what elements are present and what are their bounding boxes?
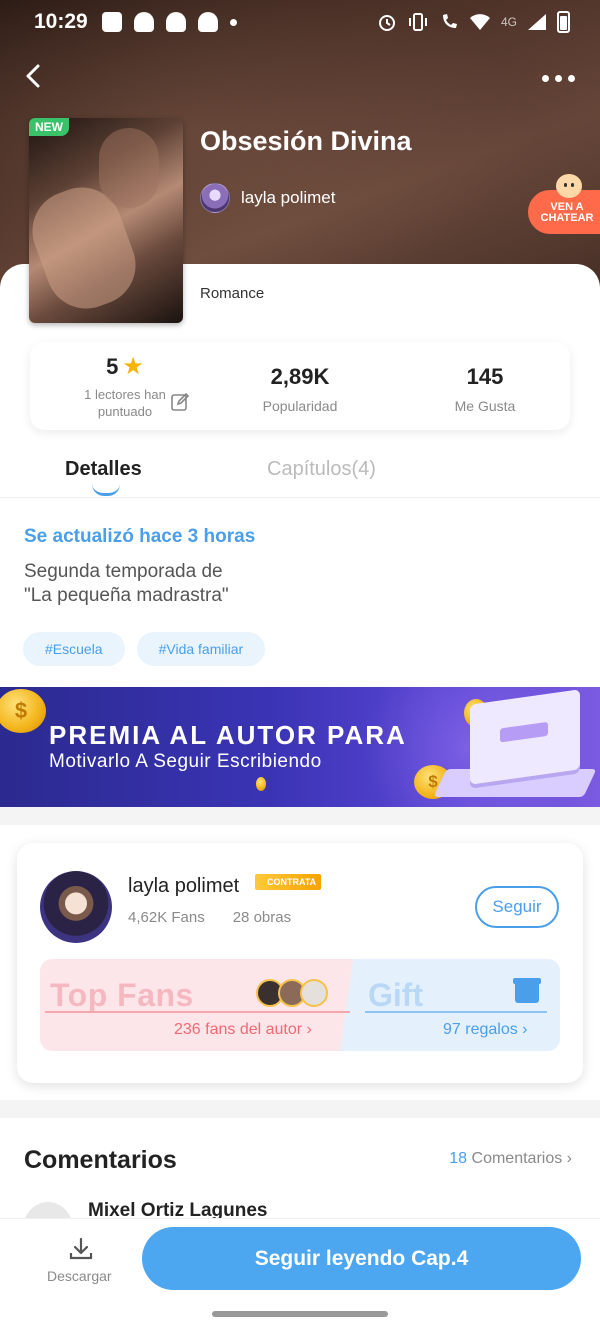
alarm-icon	[378, 15, 395, 31]
download-label[interactable]: Descargar	[47, 1268, 112, 1284]
more-notifications-dot-icon	[230, 18, 237, 26]
snapchat-icon	[198, 12, 218, 32]
tag-vida-familiar[interactable]: #Vida familiar	[136, 632, 266, 666]
fans-gifts-panel: Top Fans 236 fans del autor › Gift 97 re…	[40, 959, 560, 1051]
section-separator	[0, 807, 600, 825]
author-name[interactable]: layla polimet	[128, 875, 239, 898]
battery-icon	[557, 11, 570, 33]
fan-avatar	[300, 979, 328, 1007]
chat-mascot-icon	[556, 174, 582, 198]
author-name: layla polimet	[241, 188, 336, 207]
coin-icon: $	[0, 689, 46, 733]
comments-count-label: Comentarios	[471, 1150, 563, 1167]
tab-details[interactable]: Detalles	[65, 458, 142, 481]
author-card: layla polimet CONTRATA 4,62K Fans 28 obr…	[17, 843, 583, 1083]
top-fans-avatars	[256, 979, 328, 1007]
popularity-value: 2,89K	[270, 364, 330, 389]
tag-escuela[interactable]: #Escuela	[23, 632, 125, 666]
vibrate-icon	[408, 13, 427, 31]
follow-button[interactable]: Seguir	[475, 886, 559, 928]
author-works: 28 obras	[232, 909, 292, 926]
gift-title: Gift	[368, 977, 424, 1013]
status-time: 10:29	[34, 10, 88, 33]
stats-card: 5 ★ 1 lectores han puntuado 2,89K Popula…	[30, 342, 570, 430]
snapchat-icon	[134, 12, 154, 32]
continue-reading-button[interactable]: Seguir leyendo Cap.4	[142, 1227, 581, 1290]
tag-list: #Escuela #Vida familiar	[23, 632, 266, 666]
back-arrow-icon[interactable]	[18, 60, 50, 92]
gift-icon	[513, 978, 541, 1003]
tab-chapters[interactable]: Capítulos(4)	[267, 458, 376, 481]
message-notification-icon	[102, 12, 122, 32]
book-title: Obsesión Divina	[200, 126, 412, 156]
top-fans-title: Top Fans	[50, 977, 194, 1013]
comments-link[interactable]: 18 Comentarios ›	[449, 1150, 572, 1168]
home-indicator[interactable]	[212, 1311, 388, 1317]
synopsis: Segunda temporada de "La pequeña madrast…	[24, 561, 229, 606]
popularity-label: Popularidad	[262, 398, 338, 414]
notification-icons	[102, 12, 237, 32]
snapchat-icon	[166, 12, 186, 32]
likes-stat: 145 Me Gusta	[415, 364, 555, 414]
author-avatar	[200, 183, 230, 213]
genre-label: Romance	[200, 285, 265, 302]
more-options-icon[interactable]	[542, 66, 578, 90]
likes-label: Me Gusta	[454, 398, 516, 414]
download-icon[interactable]	[68, 1236, 94, 1262]
section-separator	[0, 1100, 600, 1118]
gift-count: 97 regalos ›	[443, 1021, 528, 1038]
wifi-call-icon	[442, 14, 457, 28]
popularity-stat: 2,89K Popularidad	[230, 364, 370, 414]
banner-headline: PREMIA AL AUTOR PARA	[49, 720, 407, 750]
wifi-icon	[469, 14, 490, 30]
system-icons: 4G	[377, 11, 570, 33]
comments-title: Comentarios	[24, 1146, 177, 1174]
rating-label: 1 lectores han puntuado	[84, 387, 166, 419]
status-bar: 10:29 4G	[0, 0, 600, 46]
edit-rating-icon[interactable]	[170, 392, 190, 412]
author-link[interactable]: layla polimet	[200, 183, 336, 213]
rating-value: 5	[106, 354, 119, 379]
network-type: 4G	[500, 15, 517, 29]
author-avatar[interactable]	[40, 871, 112, 943]
laptop-screen-illustration	[470, 689, 580, 785]
star-icon: ★	[122, 353, 144, 380]
signal-icon	[528, 14, 546, 30]
author-fans: 4,62K Fans	[128, 909, 205, 926]
new-badge: NEW	[29, 118, 69, 136]
update-status: Se actualizó hace 3 horas	[24, 526, 256, 547]
reward-author-banner[interactable]: $ $ $ PREMIA AL AUTOR PARA Motivarlo A S…	[0, 687, 600, 807]
coin-icon	[256, 777, 266, 791]
top-fans-count: 236 fans del autor ›	[174, 1021, 312, 1038]
comments-count: 18	[449, 1150, 468, 1167]
likes-value: 145	[466, 364, 504, 389]
contract-badge: CONTRATA	[255, 874, 322, 890]
author-meta: 4,62K Fans 28 obras	[128, 909, 291, 926]
book-cover[interactable]	[29, 118, 183, 323]
banner-subheadline: Motivarlo A Seguir Escribiendo	[49, 751, 322, 772]
divider	[0, 497, 600, 498]
